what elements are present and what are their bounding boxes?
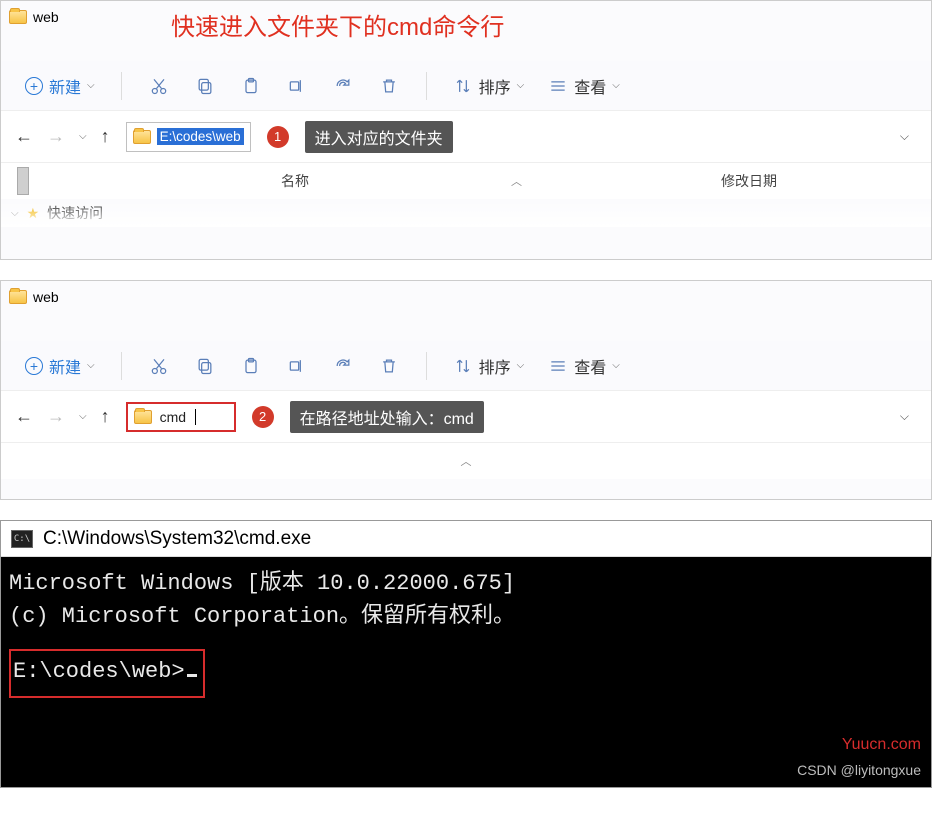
folder-icon	[133, 130, 151, 144]
address-right: ⌵	[469, 129, 917, 144]
view-label: 查看	[574, 74, 606, 98]
terminal-prompt: E:\codes\web>	[13, 659, 185, 684]
sort-button[interactable]: 排序 ⌵	[443, 69, 535, 103]
cut-button[interactable]	[138, 69, 180, 103]
paste-button[interactable]	[230, 69, 272, 103]
toolbar: + 新建 ⌵ 排序 ⌵ 查看 ⌵	[1, 61, 931, 111]
sort-asc-icon: ︿	[511, 173, 522, 189]
share-button[interactable]	[322, 349, 364, 383]
text-cursor	[195, 409, 196, 425]
window-title: web	[33, 9, 59, 25]
chevron-down-icon: ⌵	[87, 80, 95, 91]
forward-button[interactable]: →	[47, 406, 65, 427]
view-icon	[548, 76, 568, 96]
column-name[interactable]: 名称	[211, 171, 491, 191]
address-input[interactable]: E:\codes\web	[157, 128, 244, 145]
history-dropdown[interactable]: ⌵	[79, 131, 87, 142]
paste-button[interactable]	[230, 349, 272, 383]
toolbar: + 新建 ⌵ 排序 ⌵ 查看 ⌵	[1, 341, 931, 391]
terminal-line-1: Microsoft Windows [版本 10.0.22000.675]	[9, 567, 923, 600]
share-button[interactable]	[322, 69, 364, 103]
address-row: ← → ⌵ ↑ cmd 2 在路径地址处输入：cmd ⌵	[1, 391, 931, 443]
nav-arrows: ← → ⌵ ↑	[15, 406, 110, 427]
separator	[121, 72, 122, 100]
separator	[426, 352, 427, 380]
view-icon	[548, 356, 568, 376]
fade-overlay	[1, 201, 931, 227]
watermark-csdn: CSDN @liyitongxue	[797, 760, 921, 781]
terminal-cursor	[187, 674, 197, 677]
new-button[interactable]: + 新建 ⌵	[15, 349, 105, 383]
chevron-down-icon: ⌵	[612, 360, 620, 371]
plus-icon: +	[25, 357, 43, 375]
explorer-window-2: web + 新建 ⌵ 排序 ⌵ 查看 ⌵ ← → ⌵ ↑	[0, 280, 932, 500]
new-label: 新建	[49, 74, 81, 98]
scrollbar-thumb[interactable]	[17, 167, 29, 195]
chevron-down-icon: ⌵	[517, 80, 525, 91]
chevron-down-icon: ⌵	[87, 360, 95, 371]
view-label: 查看	[574, 354, 606, 378]
delete-button[interactable]	[368, 349, 410, 383]
annotation-title: 快速进入文件夹下的cmd命令行	[171, 7, 504, 42]
copy-button[interactable]	[184, 349, 226, 383]
terminal[interactable]: Microsoft Windows [版本 10.0.22000.675] (c…	[1, 557, 931, 787]
copy-button[interactable]	[184, 69, 226, 103]
nav-arrows: ← → ⌵ ↑	[15, 126, 110, 147]
address-row: ← → ⌵ ↑ E:\codes\web 1 进入对应的文件夹 ⌵	[1, 111, 931, 163]
cmd-titlebar: C:\ C:\Windows\System32\cmd.exe	[1, 521, 931, 557]
step-2-callout: 在路径地址处输入：cmd	[290, 401, 484, 433]
chevron-down-icon[interactable]: ⌵	[900, 129, 909, 144]
separator	[426, 72, 427, 100]
column-headers: 名称 ︿ 修改日期	[1, 163, 931, 199]
terminal-line-2: (c) Microsoft Corporation。保留所有权利。	[9, 600, 923, 633]
plus-icon: +	[25, 77, 43, 95]
address-right: ⌵	[500, 409, 917, 424]
rename-button[interactable]	[276, 349, 318, 383]
watermark-yuucn: Yuucn.com	[842, 733, 921, 757]
sort-icon	[453, 356, 473, 376]
step-1-callout: 进入对应的文件夹	[305, 121, 453, 153]
explorer-window-1: 快速进入文件夹下的cmd命令行 web + 新建 ⌵ 排序 ⌵ 查看 ⌵	[0, 0, 932, 260]
step-2-badge: 2	[252, 406, 274, 428]
history-dropdown[interactable]: ⌵	[79, 411, 87, 422]
prompt-highlight: E:\codes\web>	[9, 649, 205, 698]
chevron-down-icon[interactable]: ⌵	[900, 409, 909, 424]
window-title: web	[33, 289, 59, 305]
view-button[interactable]: 查看 ⌵	[538, 349, 630, 383]
cut-button[interactable]	[138, 349, 180, 383]
folder-icon	[9, 10, 27, 24]
titlebar: web	[1, 281, 931, 313]
forward-button[interactable]: →	[47, 126, 65, 147]
step-1-badge: 1	[267, 126, 289, 148]
folder-icon	[134, 410, 152, 424]
sort-label: 排序	[479, 74, 511, 98]
sort-icon	[453, 76, 473, 96]
cmd-window: C:\ C:\Windows\System32\cmd.exe Microsof…	[0, 520, 932, 788]
new-label: 新建	[49, 354, 81, 378]
up-button[interactable]: ↑	[101, 406, 110, 427]
sort-asc-icon: ︿	[461, 453, 472, 469]
rename-button[interactable]	[276, 69, 318, 103]
sort-label: 排序	[479, 354, 511, 378]
chevron-down-icon: ⌵	[612, 80, 620, 91]
chevron-down-icon: ⌵	[517, 360, 525, 371]
separator	[121, 352, 122, 380]
sort-button[interactable]: 排序 ⌵	[443, 349, 535, 383]
address-bar[interactable]: cmd	[126, 402, 236, 432]
address-bar[interactable]: E:\codes\web	[126, 122, 251, 152]
folder-icon	[9, 290, 27, 304]
column-headers: ︿	[1, 443, 931, 479]
new-button[interactable]: + 新建 ⌵	[15, 69, 105, 103]
up-button[interactable]: ↑	[101, 126, 110, 147]
cmd-icon: C:\	[11, 530, 33, 548]
back-button[interactable]: ←	[15, 126, 33, 147]
view-button[interactable]: 查看 ⌵	[538, 69, 630, 103]
back-button[interactable]: ←	[15, 406, 33, 427]
address-input[interactable]: cmd	[158, 409, 188, 425]
cmd-title: C:\Windows\System32\cmd.exe	[43, 528, 311, 550]
column-modified[interactable]: 修改日期	[491, 171, 931, 191]
delete-button[interactable]	[368, 69, 410, 103]
